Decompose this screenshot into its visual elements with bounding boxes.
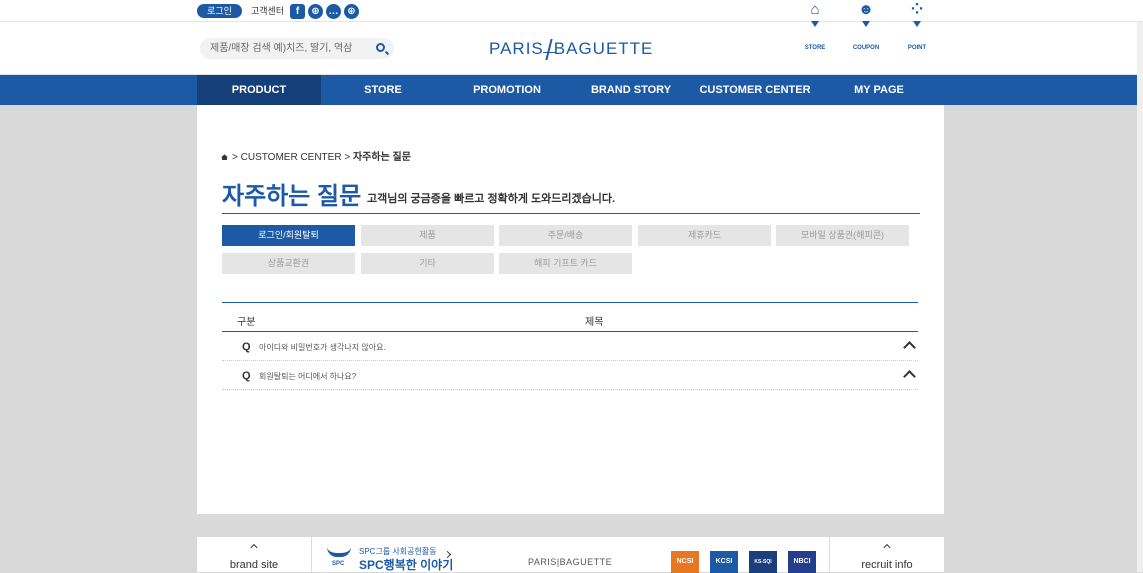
table-header: 구분 제목: [222, 302, 918, 332]
tab-etc[interactable]: 기타: [361, 253, 494, 274]
question-marker: Q: [242, 370, 251, 382]
tab-order-delivery[interactable]: 주문/배송: [499, 225, 632, 246]
nav-promotion[interactable]: PROMOTION: [445, 75, 569, 105]
logo-text-left: PARIS: [489, 39, 544, 58]
spc-logo-icon: [327, 547, 351, 557]
chevron-up-icon: [883, 543, 891, 552]
spc-line2[interactable]: SPC행복한 이야기: [359, 556, 453, 573]
facebook-icon[interactable]: f: [290, 4, 305, 19]
store-label: STORE: [804, 45, 826, 51]
search-input[interactable]: 제품/매장 검색 예)치즈, 딸기, 역삼: [200, 38, 394, 59]
nav-brand-story[interactable]: BRAND STORY: [569, 75, 693, 105]
arrow-down-icon: [862, 21, 870, 27]
divider: [0, 21, 1143, 22]
nav-customer-center[interactable]: CUSTOMER CENTER: [693, 75, 817, 105]
tab-affiliate-card[interactable]: 제휴카드: [638, 225, 771, 246]
ncsi-badge: NCSI: [671, 551, 699, 573]
tab-gift-card[interactable]: 해피 기프트 카드: [499, 253, 632, 274]
customer-center-link[interactable]: 고객센터: [251, 5, 284, 17]
footer-logo: PARIS|BAGUETTE: [528, 557, 613, 567]
nbci-badge: NBCI: [788, 551, 816, 573]
chevron-up-icon[interactable]: [903, 370, 916, 383]
chevron-up-icon: [250, 543, 258, 552]
breadcrumb-section[interactable]: CUSTOMER CENTER: [241, 152, 342, 163]
recruit-info-label: recruit info: [861, 559, 913, 571]
question-text[interactable]: 회원탈퇴는 어디에서 하나요?: [259, 371, 356, 382]
home-icon: ⌂: [810, 1, 820, 18]
page-subtitle: 고객님의 궁금증을 빠르고 정확하게 도와드리겠습니다.: [367, 193, 616, 205]
paris-baguette-logo[interactable]: PARIS BAGUETTE: [489, 38, 653, 60]
point-icon: ⁘: [910, 1, 924, 18]
globe-icon[interactable]: ⊕: [344, 4, 359, 19]
home-icon[interactable]: [221, 154, 228, 161]
spc-small-label: SPC: [332, 561, 345, 567]
store-link[interactable]: ⌂ STORE: [800, 1, 830, 52]
point-label: POINT: [907, 45, 927, 51]
nav-store[interactable]: STORE: [321, 75, 445, 105]
page-title: 자주하는 질문: [222, 183, 362, 210]
column-title: 제목: [585, 317, 604, 328]
footer-bar: brand site SPC SPC그룹 사회공헌활동 SPC행복한 이야기 P…: [197, 537, 944, 573]
tab-login-withdraw[interactable]: 로그인/회원탈퇴: [222, 225, 355, 246]
logo-text-right: BAGUETTE: [553, 39, 654, 58]
faq-row[interactable]: Q 아이디와 비밀번호가 생각나지 않아요.: [222, 332, 918, 361]
top-header: 로그인 고객센터 f ⊕ … ⊕ 제품/매장 검색 예)치즈, 딸기, 역삼 P…: [0, 0, 1143, 75]
nav-my-page[interactable]: MY PAGE: [817, 75, 941, 105]
divider: [222, 213, 920, 214]
breadcrumb-current: 자주하는 질문: [352, 152, 411, 163]
kssqi-badge: KS-SQI: [749, 551, 777, 573]
coupon-label: COUPON: [852, 45, 880, 51]
coupon-link[interactable]: ☻ COUPON: [851, 1, 881, 52]
login-button[interactable]: 로그인: [197, 4, 242, 18]
main-content: > CUSTOMER CENTER > 자주하는 질문 자주하는 질문 고객님의…: [197, 105, 944, 514]
brand-site-label: brand site: [229, 559, 279, 571]
nav-product[interactable]: PRODUCT: [197, 75, 321, 105]
point-link[interactable]: ⁘ POINT: [902, 1, 932, 52]
scrollbar[interactable]: [1137, 22, 1143, 572]
faq-row[interactable]: Q 회원탈퇴는 어디에서 하나요?: [222, 361, 918, 390]
kcsi-badge: KCSI: [710, 551, 738, 573]
breadcrumb: > CUSTOMER CENTER > 자주하는 질문: [221, 148, 411, 163]
tab-mobile-voucher[interactable]: 모바일 상품권(해피콘): [776, 225, 909, 246]
search-icon[interactable]: [376, 43, 385, 52]
chevron-up-icon[interactable]: [903, 341, 916, 354]
tab-product[interactable]: 제품: [361, 225, 494, 246]
question-text[interactable]: 아이디와 비밀번호가 생각나지 않아요.: [259, 342, 386, 353]
chat-icon[interactable]: …: [326, 4, 341, 19]
main-nav: PRODUCT STORE PROMOTION BRAND STORY CUST…: [0, 75, 1143, 105]
arrow-down-icon: [913, 21, 921, 27]
smile-icon: ☻: [858, 1, 874, 18]
search-placeholder: 제품/매장 검색 예)치즈, 딸기, 역삼: [210, 43, 353, 54]
recruit-info-button[interactable]: recruit info: [829, 537, 944, 572]
question-marker: Q: [242, 341, 251, 353]
globe-icon[interactable]: ⊕: [308, 4, 323, 19]
tab-exchange-voucher[interactable]: 상품교환권: [222, 253, 355, 274]
brand-site-button[interactable]: brand site: [197, 537, 312, 572]
column-category: 구분: [237, 317, 256, 328]
eiffel-tower-icon: [542, 38, 555, 60]
arrow-down-icon: [811, 21, 819, 27]
